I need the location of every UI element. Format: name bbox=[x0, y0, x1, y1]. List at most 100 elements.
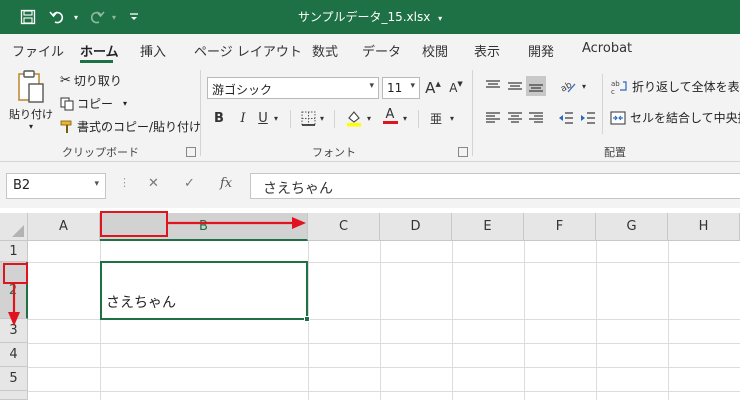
align-right-button[interactable] bbox=[526, 108, 546, 128]
column-header-f[interactable]: F bbox=[524, 213, 596, 241]
font-name-combo[interactable]: 游ゴシック ▾ bbox=[207, 77, 379, 99]
align-middle-button[interactable] bbox=[505, 76, 525, 96]
column-header-a[interactable]: A bbox=[28, 213, 100, 241]
fill-color-button[interactable] bbox=[344, 108, 364, 128]
enter-check-icon[interactable]: ✓ bbox=[184, 176, 195, 191]
tab-acrobat[interactable]: Acrobat bbox=[582, 41, 632, 56]
file-name: サンプルデータ_15.xlsx bbox=[297, 10, 431, 24]
tab-view[interactable]: 表示 bbox=[474, 41, 500, 60]
copy-icon bbox=[60, 96, 74, 111]
borders-dropdown-icon[interactable]: ▾ bbox=[316, 108, 328, 128]
font-color-button[interactable]: A bbox=[380, 106, 400, 126]
group-separator bbox=[200, 70, 201, 156]
italic-button[interactable]: I bbox=[233, 108, 253, 128]
column-header-g[interactable]: G bbox=[596, 213, 668, 241]
column-header-c[interactable]: C bbox=[308, 213, 380, 241]
row-header-1[interactable]: 1 bbox=[0, 241, 28, 262]
text-orientation-icon: ab bbox=[559, 80, 576, 94]
decrease-indent-icon bbox=[559, 112, 573, 124]
group-label-alignment: 配置 bbox=[604, 146, 626, 159]
caret-down-icon: ▼ bbox=[457, 80, 463, 88]
align-bottom-button[interactable] bbox=[526, 76, 546, 96]
font-color-label: A bbox=[385, 107, 395, 122]
insert-function-button[interactable]: fx bbox=[220, 176, 232, 191]
formula-input[interactable]: さえちゃん bbox=[250, 173, 740, 199]
formula-bar: B2 ▾ ⋮ ✕ ✓ fx さえちゃん bbox=[0, 162, 740, 208]
row-header-5[interactable]: 5 bbox=[0, 367, 28, 391]
tab-insert[interactable]: 挿入 bbox=[140, 41, 166, 60]
tab-formulas[interactable]: 数式 bbox=[312, 41, 338, 60]
title-bar: ▾ ▾ サンプルデータ_15.xlsx ▾ bbox=[0, 0, 740, 34]
align-bottom-icon bbox=[529, 84, 543, 92]
wrap-text-icon: abc bbox=[611, 80, 627, 95]
column-header-d[interactable]: D bbox=[380, 213, 452, 241]
font-size-combo[interactable]: 11 ▾ bbox=[382, 77, 420, 99]
tab-file[interactable]: ファイル bbox=[12, 41, 64, 60]
align-top-button[interactable] bbox=[483, 76, 503, 96]
decrease-indent-button[interactable] bbox=[556, 108, 576, 128]
select-all-button[interactable] bbox=[0, 213, 28, 241]
annotation-box-column bbox=[100, 211, 168, 237]
format-painter-button[interactable]: 書式のコピー/貼り付け bbox=[60, 118, 201, 135]
worksheet-grid: A B C D E F G H 1 2 3 4 5 さえちゃん bbox=[0, 208, 740, 400]
align-center-button[interactable] bbox=[505, 108, 525, 128]
row-header-6-partial[interactable] bbox=[0, 391, 28, 400]
font-dialog-launcher-icon[interactable] bbox=[458, 147, 468, 157]
column-header-h[interactable]: H bbox=[668, 213, 740, 241]
font-color-swatch bbox=[382, 121, 398, 124]
gridline bbox=[28, 391, 740, 392]
phonetic-guide-button[interactable]: 亜 bbox=[426, 108, 446, 128]
gridline bbox=[28, 367, 740, 368]
shrink-font-button[interactable]: A ▼ bbox=[446, 78, 466, 98]
phonetic-dropdown-icon[interactable]: ▾ bbox=[446, 108, 458, 128]
wrap-text-button[interactable]: abc 折り返して全体を表示す bbox=[610, 78, 740, 95]
align-center-icon bbox=[508, 112, 522, 123]
underline-dropdown-icon[interactable]: ▾ bbox=[270, 108, 282, 128]
gridline bbox=[28, 343, 740, 344]
orientation-button[interactable]: ab bbox=[558, 76, 578, 96]
tab-developer[interactable]: 開発 bbox=[528, 41, 554, 60]
tab-home[interactable]: ホーム bbox=[80, 41, 119, 60]
cancel-icon[interactable]: ✕ bbox=[148, 176, 159, 191]
font-color-dropdown-icon[interactable]: ▾ bbox=[399, 108, 411, 128]
font-separator bbox=[418, 110, 419, 128]
gridline bbox=[380, 241, 381, 400]
borders-button[interactable] bbox=[298, 108, 318, 128]
window-title: サンプルデータ_15.xlsx ▾ bbox=[0, 8, 740, 25]
formula-bar-grip-icon: ⋮ bbox=[119, 176, 130, 189]
tab-review[interactable]: 校閲 bbox=[422, 41, 448, 60]
row-header-3[interactable]: 3 bbox=[0, 319, 28, 343]
copy-button[interactable]: コピー ▾ bbox=[60, 95, 127, 112]
increase-indent-button[interactable] bbox=[578, 108, 598, 128]
orientation-dropdown-icon[interactable]: ▾ bbox=[578, 76, 590, 96]
row-header-4[interactable]: 4 bbox=[0, 343, 28, 367]
title-dropdown-icon[interactable]: ▾ bbox=[438, 14, 442, 23]
cut-button[interactable]: ✂ 切り取り bbox=[60, 72, 122, 89]
tab-data[interactable]: データ bbox=[362, 41, 401, 60]
column-header-e[interactable]: E bbox=[452, 213, 524, 241]
name-box-dropdown-icon[interactable]: ▾ bbox=[94, 179, 99, 189]
gridline bbox=[524, 241, 525, 400]
paste-button[interactable]: 貼り付け ▾ bbox=[8, 70, 54, 142]
bold-button[interactable]: B bbox=[209, 108, 229, 128]
align-left-button[interactable] bbox=[483, 108, 503, 128]
align-right-icon bbox=[529, 112, 543, 123]
paste-label: 貼り付け bbox=[9, 108, 53, 121]
tab-page-layout[interactable]: ページ レイアウト bbox=[194, 41, 302, 60]
group-label-clipboard: クリップボード bbox=[62, 146, 139, 159]
cell-b2[interactable]: さえちゃん bbox=[100, 261, 308, 320]
name-box[interactable]: B2 ▾ bbox=[6, 173, 106, 199]
paste-dropdown-icon: ▾ bbox=[28, 122, 33, 131]
merge-center-button[interactable]: セルを結合して中央揃え bbox=[610, 109, 740, 126]
font-separator bbox=[290, 110, 291, 128]
fill-handle[interactable] bbox=[304, 316, 310, 322]
grow-font-button[interactable]: A ▲ bbox=[423, 78, 443, 98]
copy-dropdown-icon[interactable]: ▾ bbox=[123, 99, 127, 108]
align-middle-icon bbox=[508, 82, 522, 90]
clipboard-dialog-launcher-icon[interactable] bbox=[186, 147, 196, 157]
grow-font-label: A bbox=[425, 79, 436, 97]
fill-color-dropdown-icon[interactable]: ▾ bbox=[363, 108, 375, 128]
font-name-value: 游ゴシック bbox=[212, 83, 273, 97]
wrap-text-label: 折り返して全体を表示す bbox=[632, 80, 740, 94]
fill-bucket-icon bbox=[347, 111, 361, 127]
